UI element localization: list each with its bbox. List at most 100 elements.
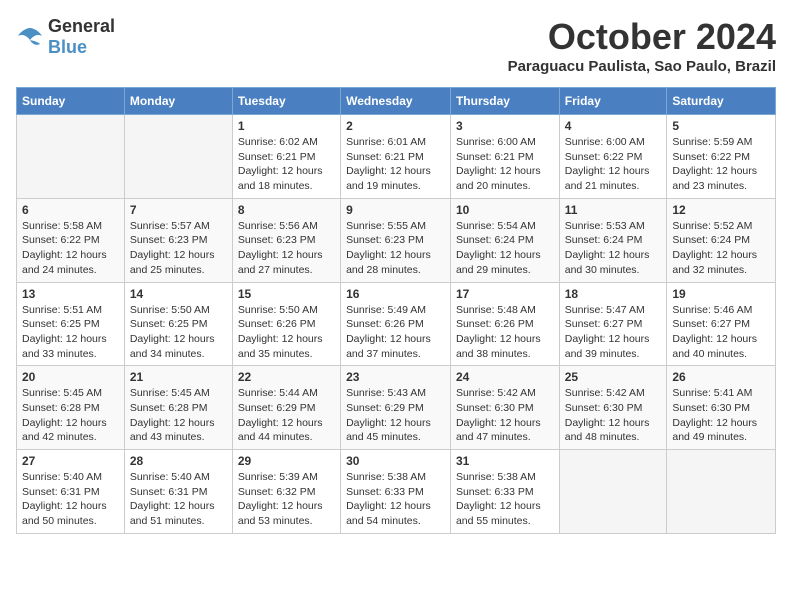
- day-info: Sunrise: 5:55 AM Sunset: 6:23 PM Daylight:…: [346, 219, 445, 278]
- calendar-cell: 28Sunrise: 5:40 AMSunset: 6:31 PMDayligh…: [124, 450, 232, 534]
- daylight-text: Daylight: 12 hours and 30 minutes.: [565, 249, 650, 276]
- day-info: Sunrise: 6:01 AMSunset: 6:21 PMDaylight:…: [346, 135, 445, 194]
- day-number: 30: [346, 454, 445, 468]
- calendar-cell: 3Sunrise: 6:00 AMSunset: 6:21 PMDaylight…: [450, 115, 559, 199]
- sunrise-text: Sunrise: 5:49 AM: [346, 304, 426, 316]
- sunset-text: Sunset: 6:26 PM: [456, 318, 534, 330]
- daylight-text: Daylight: 12 hours and 28 minutes.: [346, 249, 431, 276]
- day-info: Sunrise: 6:02 AMSunset: 6:21 PMDaylight:…: [238, 135, 335, 194]
- sunrise-text: Sunrise: 5:57 AM: [130, 220, 210, 232]
- day-info: Sunrise: 5:45 AMSunset: 6:28 PMDaylight:…: [22, 386, 119, 445]
- sunset-text: Sunset: 6:21 PM: [238, 151, 316, 163]
- calendar-cell: 23Sunrise: 5:43 AMSunset: 6:29 PMDayligh…: [341, 366, 451, 450]
- calendar-week-1: 1 Sunrise: 6:02 AMSunset: 6:21 PMDaylight…: [17, 115, 776, 199]
- day-info: Sunrise: 5:58 AMSunset: 6:22 PMDaylight:…: [22, 219, 119, 278]
- day-info: Sunrise: 5:50 AMSunset: 6:25 PMDaylight:…: [130, 303, 227, 362]
- sunrise-text: Sunrise: 5:45 AM: [130, 387, 210, 399]
- day-info: Sunrise: 5:38 AMSunset: 6:33 PMDaylight:…: [346, 470, 445, 529]
- day-number: 25: [565, 370, 662, 384]
- day-info: Sunrise: 5:42 AMSunset: 6:30 PMDaylight:…: [456, 386, 554, 445]
- calendar-cell: 27Sunrise: 5:40 AMSunset: 6:31 PMDayligh…: [17, 450, 125, 534]
- daylight-text: Daylight: 12 hours and 20 minutes.: [456, 165, 541, 192]
- day-info: Sunrise: 5:42 AMSunset: 6:30 PMDaylight:…: [565, 386, 662, 445]
- daylight-text: Daylight: 12 hours and 21 minutes.: [565, 165, 650, 192]
- sunrise-text: Sunrise: 5:50 AM: [238, 304, 318, 316]
- calendar-cell: 1 Sunrise: 6:02 AMSunset: 6:21 PMDaylight…: [232, 115, 340, 199]
- calendar-cell: 6 Sunrise: 5:58 AMSunset: 6:22 PMDaylight…: [17, 198, 125, 282]
- sunset-text: Sunset: 6:23 PM: [238, 234, 316, 246]
- sunset-text: Sunset: 6:30 PM: [456, 402, 534, 414]
- daylight-text: Daylight: 12 hours and 33 minutes.: [22, 333, 107, 360]
- sunset-text: Sunset: 6:31 PM: [130, 486, 208, 498]
- calendar-cell: 10Sunrise: 5:54 AMSunset: 6:24 PMDayligh…: [450, 198, 559, 282]
- sunrise-text: Sunrise: 5:58 AM: [22, 220, 102, 232]
- day-info: Sunrise: 5:52 AMSunset: 6:24 PMDaylight:…: [672, 219, 770, 278]
- day-number: 6: [22, 203, 119, 217]
- sunset-text: Sunset: 6:30 PM: [672, 402, 750, 414]
- calendar-week-4: 20Sunrise: 5:45 AMSunset: 6:28 PMDayligh…: [17, 366, 776, 450]
- sunset-text: Sunset: 6:26 PM: [238, 318, 316, 330]
- sunrise-text: Sunrise: 5:41 AM: [672, 387, 752, 399]
- day-number: 22: [238, 370, 335, 384]
- daylight-text: Daylight: 12 hours and 51 minutes.: [130, 500, 215, 527]
- day-number: 15: [238, 287, 335, 301]
- day-number: 5: [672, 119, 770, 133]
- calendar-cell: 29Sunrise: 5:39 AMSunset: 6:32 PMDayligh…: [232, 450, 340, 534]
- calendar-cell: 20Sunrise: 5:45 AMSunset: 6:28 PMDayligh…: [17, 366, 125, 450]
- calendar-body: 1 Sunrise: 6:02 AMSunset: 6:21 PMDaylight…: [17, 115, 776, 534]
- logo-blue: Blue: [48, 37, 87, 57]
- logo-icon: [16, 26, 44, 48]
- calendar-cell: 12 Sunrise: 5:52 AMSunset: 6:24 PMDayligh…: [667, 198, 776, 282]
- calendar-cell: 18Sunrise: 5:47 AMSunset: 6:27 PMDayligh…: [559, 282, 667, 366]
- day-info: Sunrise: 5:44 AMSunset: 6:29 PMDaylight:…: [238, 386, 335, 445]
- calendar-cell: 9 Sunrise: 5:55 AM Sunset: 6:23 PM Daylight…: [341, 198, 451, 282]
- col-sunday: Sunday: [17, 88, 125, 115]
- day-number: 26: [672, 370, 770, 384]
- daylight-text: Daylight: 12 hours and 43 minutes.: [130, 417, 215, 444]
- sunset-text: Sunset: 6:31 PM: [22, 486, 100, 498]
- daylight-text: Daylight: 12 hours and 38 minutes.: [456, 333, 541, 360]
- daylight-text: Daylight: 12 hours and 32 minutes.: [672, 249, 757, 276]
- day-number: 17: [456, 287, 554, 301]
- day-info: Sunrise: 6:00 AM Sunset: 6:21 PM Daylight:…: [456, 135, 554, 194]
- day-number: 16: [346, 287, 445, 301]
- sunset-text: Sunset: 6:22 PM: [565, 151, 643, 163]
- day-info: Sunrise: 5:59 AMSunset: 6:22 PMDaylight:…: [672, 135, 770, 194]
- daylight-text: Daylight: 12 hours and 44 minutes.: [238, 417, 323, 444]
- day-number: 9: [346, 203, 445, 217]
- col-tuesday: Tuesday: [232, 88, 340, 115]
- sunset-text: Sunset: 6:33 PM: [456, 486, 534, 498]
- calendar-week-5: 27Sunrise: 5:40 AMSunset: 6:31 PMDayligh…: [17, 450, 776, 534]
- sunrise-text: Sunrise: 5:55 AM: [346, 220, 426, 232]
- day-number: 1: [238, 119, 335, 133]
- day-info: Sunrise: 5:49 AMSunset: 6:26 PMDaylight:…: [346, 303, 445, 362]
- sunrise-text: Sunrise: 5:51 AM: [22, 304, 102, 316]
- day-number: 2: [346, 119, 445, 133]
- sunset-text: Sunset: 6:32 PM: [238, 486, 316, 498]
- daylight-text: Daylight: 12 hours and 53 minutes.: [238, 500, 323, 527]
- sunset-text: Sunset: 6:23 PM: [346, 234, 424, 246]
- daylight-text: Daylight: 12 hours and 24 minutes.: [22, 249, 107, 276]
- daylight-text: Daylight: 12 hours and 40 minutes.: [672, 333, 757, 360]
- header-row: Sunday Monday Tuesday Wednesday Thursday…: [17, 88, 776, 115]
- calendar-cell: 21Sunrise: 5:45 AMSunset: 6:28 PMDayligh…: [124, 366, 232, 450]
- day-number: 12: [672, 203, 770, 217]
- sunrise-text: Sunrise: 6:00 AM: [456, 136, 536, 148]
- sunset-text: Sunset: 6:21 PM: [456, 151, 534, 163]
- sunset-text: Sunset: 6:26 PM: [346, 318, 424, 330]
- calendar-cell: 19Sunrise: 5:46 AMSunset: 6:27 PMDayligh…: [667, 282, 776, 366]
- calendar-cell: 26 Sunrise: 5:41 AM Sunset: 6:30 PM Dayligh…: [667, 366, 776, 450]
- sunrise-text: Sunrise: 5:54 AM: [456, 220, 536, 232]
- day-number: 24: [456, 370, 554, 384]
- day-number: 31: [456, 454, 554, 468]
- calendar-cell: 25 Sunrise: 5:42 AMSunset: 6:30 PMDayligh…: [559, 366, 667, 450]
- sunrise-text: Sunrise: 5:38 AM: [346, 471, 426, 483]
- daylight-text: Daylight: 12 hours and 55 minutes.: [456, 500, 541, 527]
- calendar-table: Sunday Monday Tuesday Wednesday Thursday…: [16, 87, 776, 534]
- calendar-cell: [667, 450, 776, 534]
- daylight-text: Daylight: 12 hours and 18 minutes.: [238, 165, 323, 192]
- daylight-text: Daylight: 12 hours and 49 minutes.: [672, 417, 757, 444]
- sunrise-text: Sunrise: 5:50 AM: [130, 304, 210, 316]
- sunset-text: Sunset: 6:28 PM: [130, 402, 208, 414]
- col-wednesday: Wednesday: [341, 88, 451, 115]
